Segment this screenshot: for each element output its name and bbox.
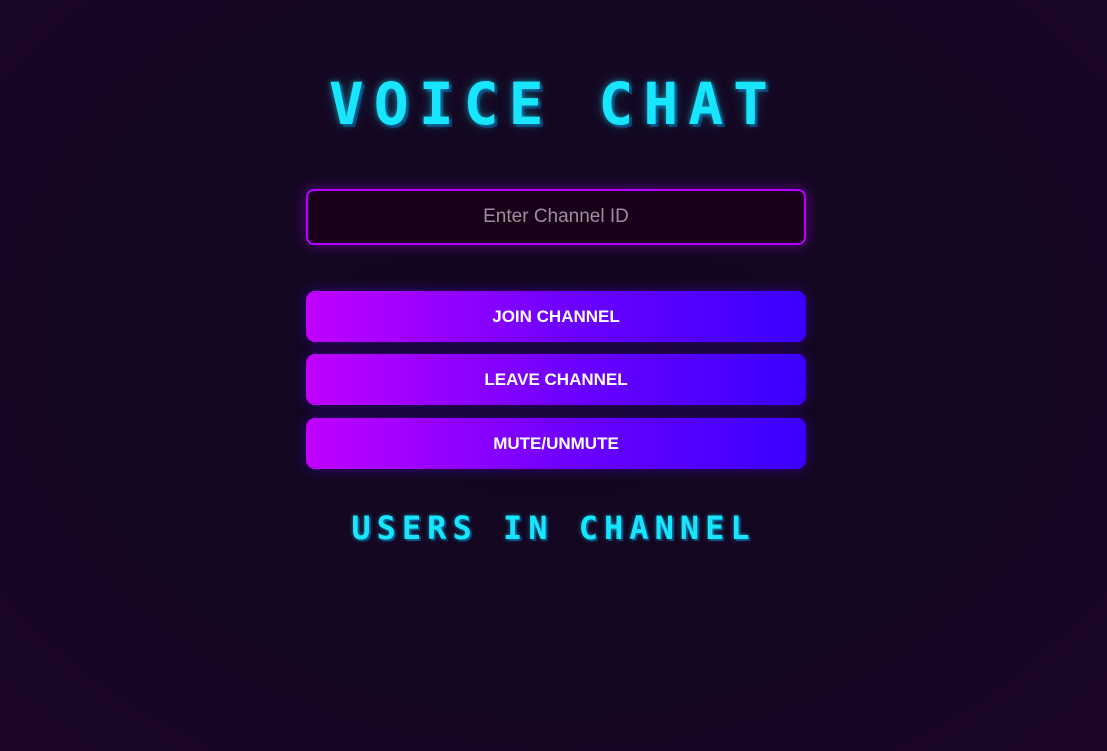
- join-channel-button[interactable]: JOIN CHANNEL: [306, 291, 806, 342]
- page-title: VOICE CHAT: [328, 70, 779, 138]
- leave-channel-button[interactable]: LEAVE CHANNEL: [306, 354, 806, 405]
- users-list: [306, 560, 806, 570]
- channel-id-input[interactable]: [306, 189, 806, 245]
- voice-chat-app: VOICE CHAT JOIN CHANNEL LEAVE CHANNEL MU…: [0, 0, 1107, 751]
- mute-unmute-button[interactable]: MUTE/UNMUTE: [306, 418, 806, 469]
- users-in-channel-heading: USERS IN CHANNEL: [351, 509, 756, 547]
